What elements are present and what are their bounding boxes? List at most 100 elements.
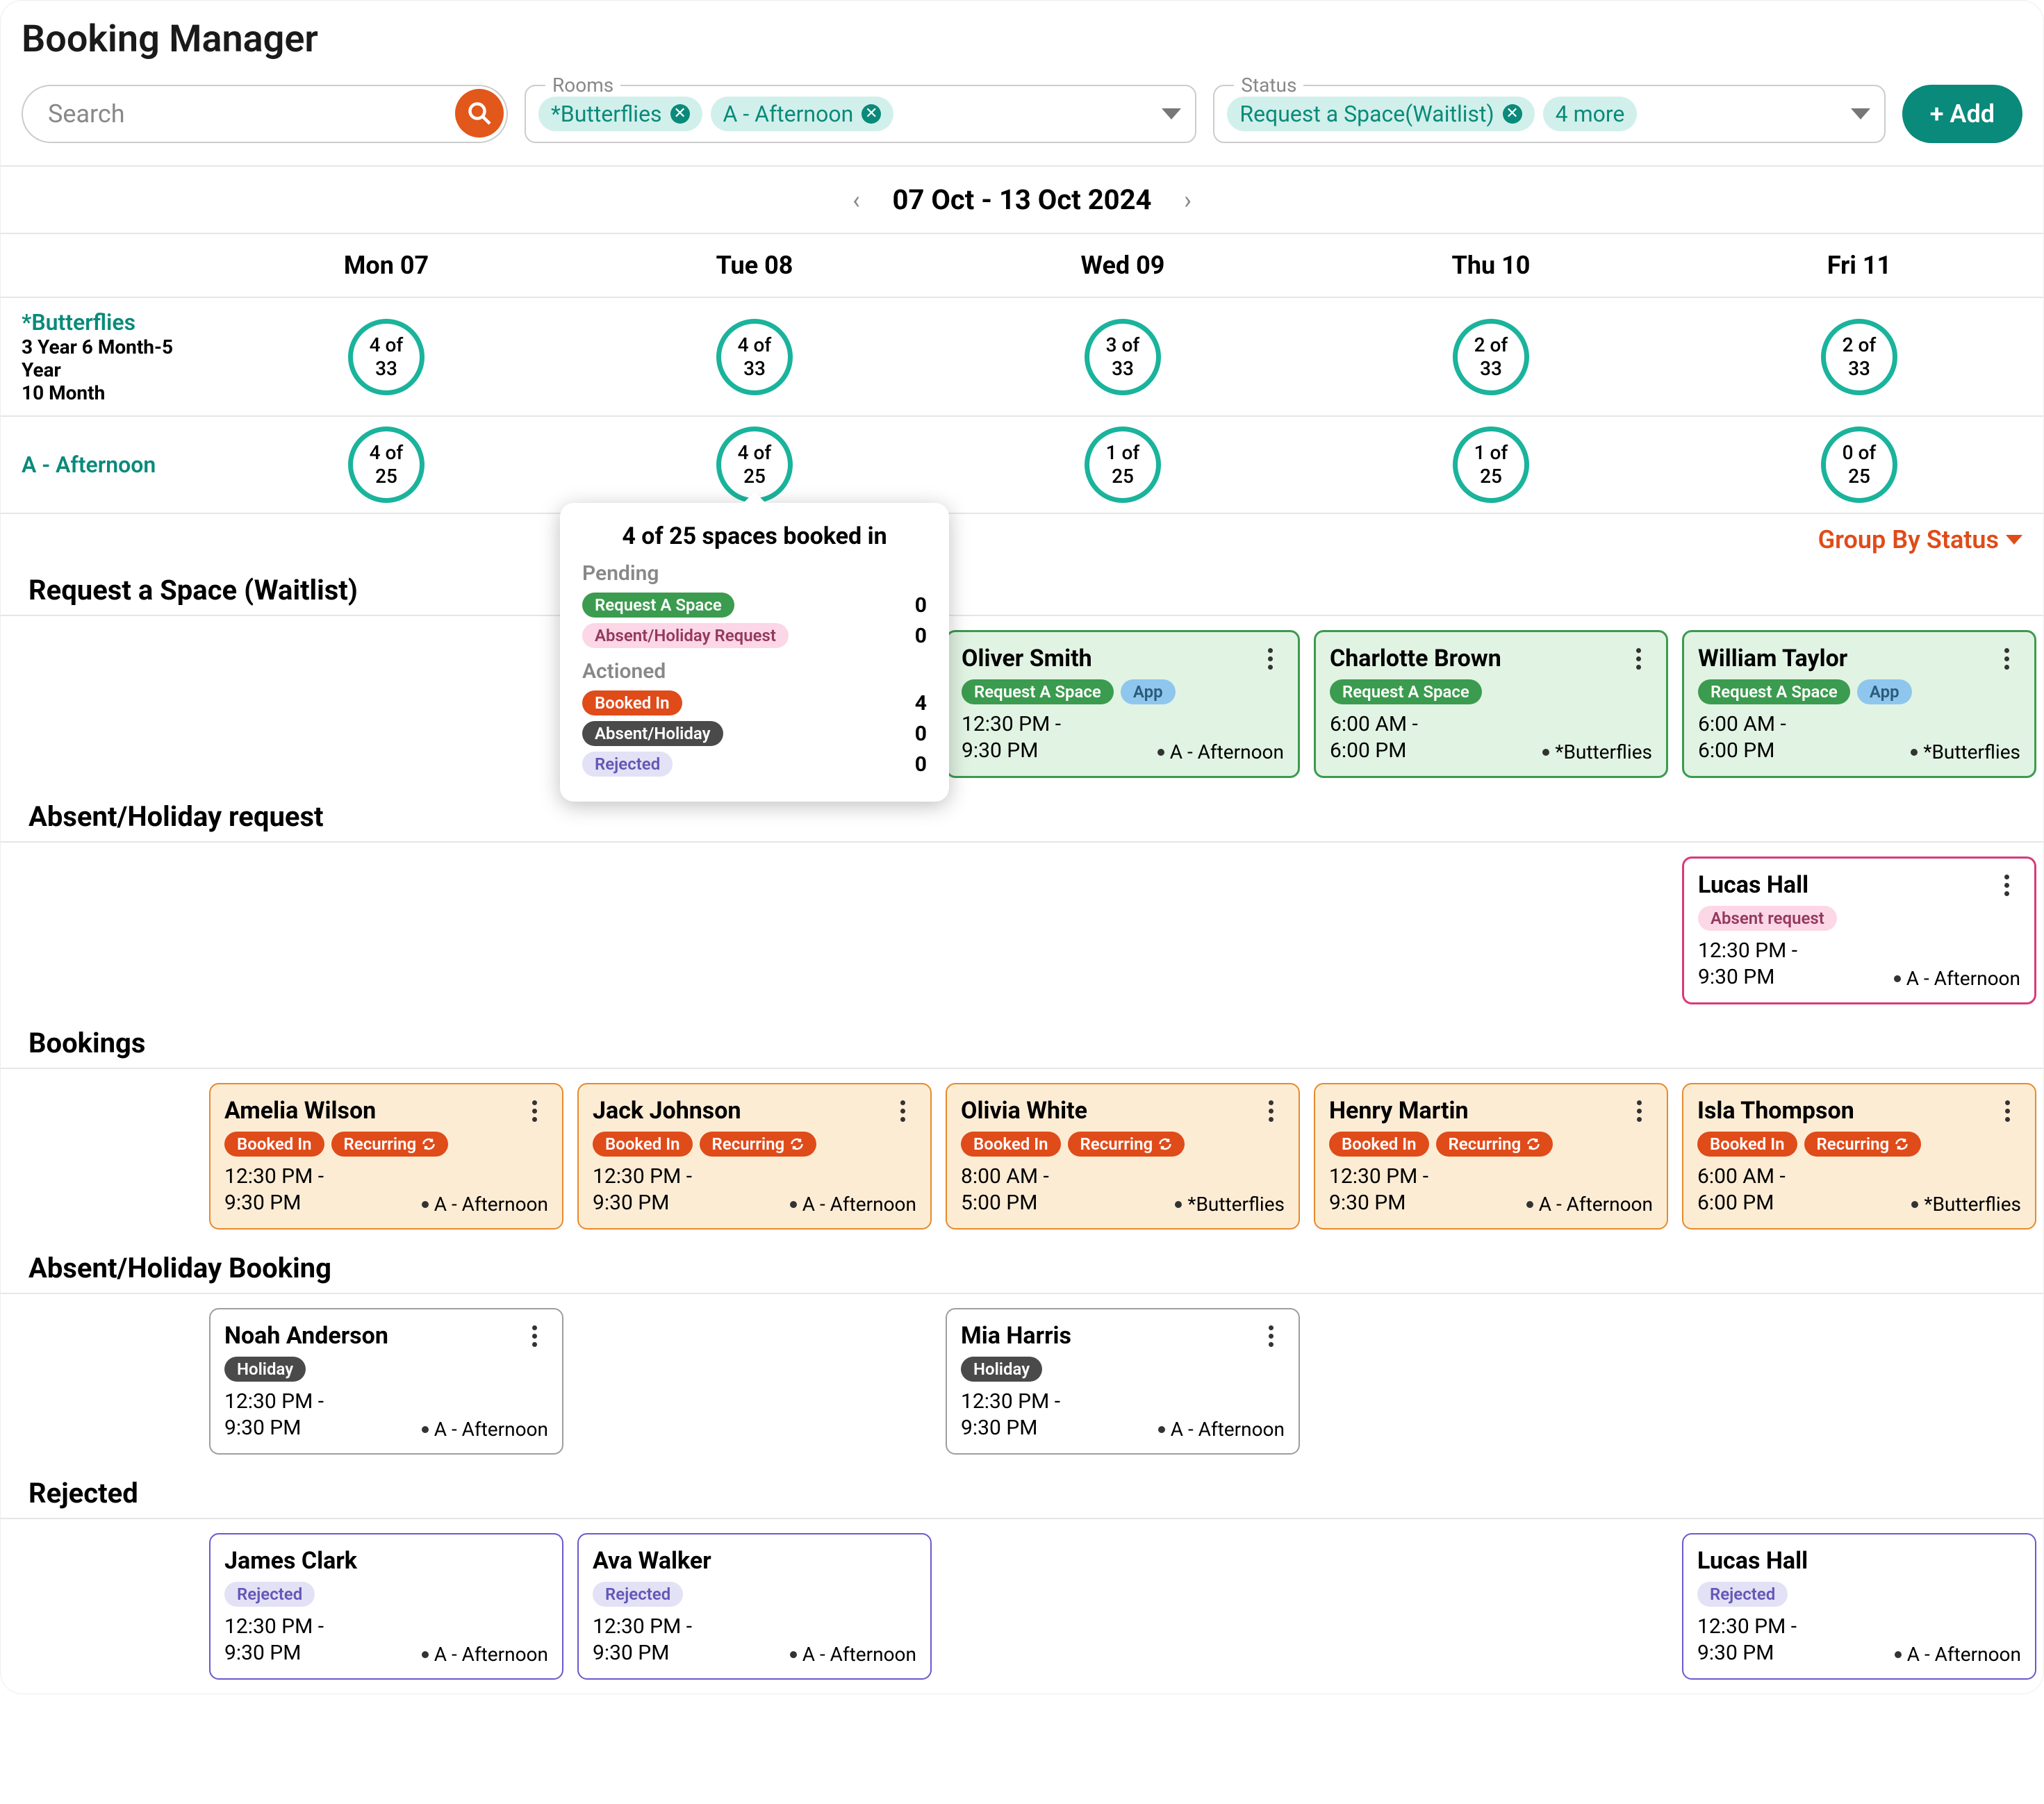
- chip-label: A - Afternoon: [723, 101, 854, 127]
- pill-booked-in: Booked In: [961, 1132, 1061, 1157]
- capacity-pill[interactable]: 2 of33: [1453, 319, 1529, 395]
- group-grid-bookings: Amelia Wilson Booked In Recurring 12:30 …: [1, 1069, 2043, 1243]
- capacity-pill[interactable]: 2 of33: [1821, 319, 1897, 395]
- booking-name: Amelia Wilson: [224, 1097, 376, 1125]
- chip-remove-icon[interactable]: ✕: [670, 104, 690, 124]
- booking-card[interactable]: Jack Johnson Booked In Recurring 12:30 P…: [577, 1083, 932, 1230]
- booking-card[interactable]: Olivia White Booked In Recurring 8:00 AM…: [946, 1083, 1300, 1230]
- chip-waitlist[interactable]: Request a Space(Waitlist) ✕: [1227, 97, 1534, 131]
- booking-card[interactable]: Ava Walker Rejected 12:30 PM -9:30 PM A …: [577, 1533, 932, 1680]
- card-menu-button[interactable]: [1993, 645, 2020, 672]
- popover-row-request: Request A Space 0: [582, 593, 927, 618]
- capacity-pill[interactable]: 4 of33: [716, 319, 793, 395]
- card-menu-button[interactable]: [1625, 1097, 1653, 1125]
- card-menu-button[interactable]: [889, 1097, 916, 1125]
- booking-card[interactable]: Noah Anderson Holiday 12:30 PM -9:30 PM …: [209, 1308, 563, 1455]
- booking-room: A - Afternoon: [422, 1193, 548, 1216]
- group-header-absent-req: Absent/Holiday request: [1, 792, 2043, 843]
- popover-count: 0: [915, 752, 927, 777]
- booking-card[interactable]: Henry Martin Booked In Recurring 12:30 P…: [1314, 1083, 1668, 1230]
- group-header-request: Request a Space (Waitlist): [1, 565, 2043, 616]
- pill-request-a-space: Request A Space: [1330, 679, 1482, 704]
- card-menu-button[interactable]: [1257, 1097, 1285, 1125]
- room-sub: 10 Month: [22, 381, 202, 404]
- booking-card[interactable]: James Clark Rejected 12:30 PM -9:30 PM A…: [209, 1533, 563, 1680]
- day-fri: Fri 11: [1675, 234, 2043, 297]
- chip-remove-icon[interactable]: ✕: [862, 104, 881, 124]
- popover-row-booked: Booked In 4: [582, 690, 927, 715]
- card-menu-button[interactable]: [1624, 645, 1652, 672]
- room-name[interactable]: A - Afternoon: [22, 452, 202, 478]
- card-menu-button[interactable]: [1993, 1097, 2021, 1125]
- chip-remove-icon[interactable]: ✕: [1503, 104, 1522, 124]
- dot-icon: [1894, 975, 1901, 982]
- capacity-popover: 4 of 25 spaces booked in Pending Request…: [560, 503, 949, 802]
- pill-recurring: Recurring: [1436, 1132, 1553, 1157]
- booking-room: *Butterflies: [1911, 740, 2020, 763]
- popover-row-absent-req: Absent/Holiday Request 0: [582, 623, 927, 648]
- capacity-pill[interactable]: 1 of25: [1453, 427, 1529, 503]
- group-grid-rejected: James Clark Rejected 12:30 PM -9:30 PM A…: [1, 1519, 2043, 1694]
- booking-room: A - Afternoon: [422, 1418, 548, 1441]
- card-menu-button[interactable]: [520, 1097, 548, 1125]
- next-week-button[interactable]: ›: [1173, 186, 1201, 214]
- dot-icon: [1911, 749, 1918, 756]
- card-menu-button[interactable]: [520, 1322, 548, 1350]
- popover-row-rejected: Rejected 0: [582, 752, 927, 777]
- capacity-pill[interactable]: 3 of33: [1085, 319, 1161, 395]
- pill-app: App: [1121, 679, 1176, 704]
- capacity-pill[interactable]: 1 of25: [1085, 427, 1161, 503]
- group-header-absent-book: Absent/Holiday Booking: [1, 1243, 2043, 1294]
- booking-card[interactable]: Isla Thompson Booked In Recurring 6:00 A…: [1682, 1083, 2036, 1230]
- add-button[interactable]: + Add: [1902, 85, 2022, 143]
- group-by-toggle[interactable]: Group By Status: [1, 514, 2043, 565]
- booking-time: 8:00 AM -5:00 PM: [961, 1164, 1049, 1216]
- booking-name: Mia Harris: [961, 1322, 1071, 1350]
- group-header-rejected: Rejected: [1, 1468, 2043, 1519]
- booking-card[interactable]: Amelia Wilson Booked In Recurring 12:30 …: [209, 1083, 563, 1230]
- room-name[interactable]: *Butterflies: [22, 309, 202, 336]
- pill-request-a-space: Request A Space: [962, 679, 1114, 704]
- booking-card[interactable]: William Taylor Request A Space App 6:00 …: [1682, 630, 2036, 778]
- day-thu: Thu 10: [1307, 234, 1675, 297]
- dot-icon: [1526, 1201, 1533, 1208]
- pill-booked-in: Booked In: [1697, 1132, 1797, 1157]
- chip-more[interactable]: 4 more: [1543, 97, 1638, 131]
- booking-card[interactable]: Charlotte Brown Request A Space 6:00 AM …: [1314, 630, 1668, 778]
- booking-time: 12:30 PM -9:30 PM: [224, 1389, 324, 1441]
- booking-card[interactable]: Mia Harris Holiday 12:30 PM -9:30 PM A -…: [946, 1308, 1300, 1455]
- booking-room: A - Afternoon: [1526, 1193, 1653, 1216]
- room-sub: 3 Year 6 Month-5 Year: [22, 336, 202, 381]
- booking-time: 12:30 PM -9:30 PM: [1697, 1614, 1797, 1666]
- status-filter[interactable]: Status Request a Space(Waitlist) ✕ 4 mor…: [1213, 85, 1885, 143]
- week-navigator: ‹ 07 Oct - 13 Oct 2024 ›: [1, 167, 2043, 233]
- chip-afternoon[interactable]: A - Afternoon ✕: [711, 97, 894, 131]
- dot-icon: [1158, 1426, 1165, 1433]
- pill-absent-request: Absent/Holiday Request: [582, 623, 789, 648]
- card-menu-button[interactable]: [1257, 1322, 1285, 1350]
- capacity-pill[interactable]: 0 of25: [1821, 427, 1897, 503]
- booking-name: Olivia White: [961, 1097, 1087, 1125]
- booking-time: 12:30 PM -9:30 PM: [962, 711, 1061, 763]
- capacity-pill[interactable]: 4 of33: [348, 319, 425, 395]
- search-button[interactable]: [455, 89, 504, 138]
- card-menu-button[interactable]: [1993, 871, 2020, 899]
- pill-recurring: Recurring: [1068, 1132, 1185, 1157]
- rooms-filter[interactable]: Rooms *Butterflies ✕ A - Afternoon ✕: [525, 85, 1196, 143]
- search-input[interactable]: [22, 85, 508, 143]
- card-menu-button[interactable]: [1256, 645, 1284, 672]
- day-mon: Mon 07: [202, 234, 570, 297]
- pill-rejected: Rejected: [593, 1582, 683, 1607]
- chip-butterflies[interactable]: *Butterflies ✕: [538, 97, 702, 131]
- recurring-icon: [1526, 1137, 1540, 1151]
- capacity-pill[interactable]: 4 of25: [348, 427, 425, 503]
- pill-rejected: Rejected: [582, 752, 673, 777]
- booking-name: Lucas Hall: [1698, 871, 1808, 899]
- room-row-afternoon: A - Afternoon 4 of25 4 of25 4 of 25 spac…: [1, 417, 2043, 514]
- prev-week-button[interactable]: ‹: [843, 186, 871, 214]
- pill-holiday: Holiday: [961, 1357, 1042, 1382]
- search-wrap: [22, 85, 508, 143]
- booking-card[interactable]: Lucas Hall Rejected 12:30 PM -9:30 PM A …: [1682, 1533, 2036, 1680]
- booking-card[interactable]: Oliver Smith Request A Space App 12:30 P…: [946, 630, 1300, 778]
- booking-card[interactable]: Lucas Hall Absent request 12:30 PM -9:30…: [1682, 857, 2036, 1004]
